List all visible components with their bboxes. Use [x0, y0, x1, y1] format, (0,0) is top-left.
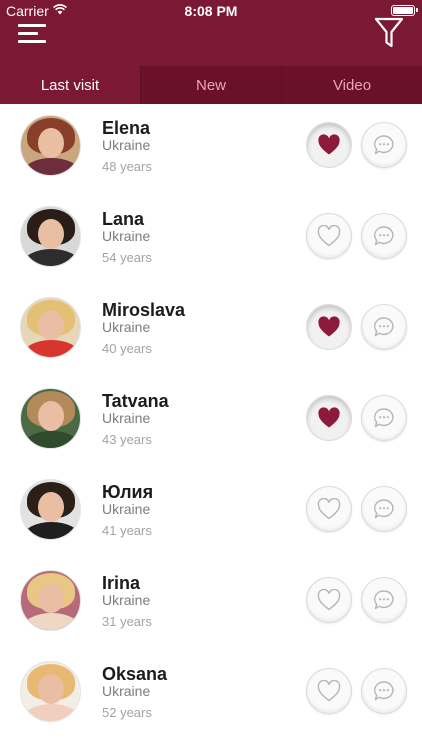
status-time: 8:08 PM: [184, 3, 238, 19]
like-button[interactable]: [306, 577, 352, 623]
profile-age: 48 years: [102, 159, 152, 174]
profile-age: 43 years: [102, 432, 152, 447]
profile-age: 41 years: [102, 523, 152, 538]
profile-name: Miroslava: [102, 300, 186, 320]
like-button[interactable]: [306, 668, 352, 714]
chat-bubble-icon: [374, 408, 394, 428]
heart-outline-icon: [317, 498, 341, 520]
heart-filled-icon: [318, 407, 340, 428]
heart-outline-icon: [317, 680, 341, 702]
profile-row[interactable]: Elena Ukraine 48 years: [0, 104, 422, 195]
avatar[interactable]: [20, 297, 81, 358]
profile-row[interactable]: Lana Ukraine 54 years: [0, 195, 422, 286]
chat-button[interactable]: [361, 122, 407, 168]
profile-name: Elena: [102, 118, 151, 138]
avatar[interactable]: [20, 115, 81, 176]
chat-button[interactable]: [361, 577, 407, 623]
chat-bubble-icon: [374, 590, 394, 610]
profile-list: Elena Ukraine 48 years Lana Ukraine 54 y…: [0, 104, 422, 750]
like-button[interactable]: [306, 304, 352, 350]
chat-bubble-icon: [374, 135, 394, 155]
heart-outline-icon: [317, 589, 341, 611]
chat-button[interactable]: [361, 304, 407, 350]
heart-filled-icon: [318, 134, 340, 155]
profile-row[interactable]: Oksana Ukraine 52 years: [0, 650, 422, 741]
chat-bubble-icon: [374, 499, 394, 519]
chat-button[interactable]: [361, 395, 407, 441]
profile-country: Ukraine: [102, 683, 151, 699]
profile-name: Lana: [102, 209, 145, 229]
profile-name: Юлия: [102, 482, 154, 502]
like-button[interactable]: [306, 486, 352, 532]
heart-filled-icon: [318, 316, 340, 337]
avatar[interactable]: [20, 661, 81, 722]
battery-icon: [391, 5, 418, 16]
chat-button[interactable]: [361, 668, 407, 714]
profile-country: Ukraine: [102, 592, 151, 608]
profile-age: 54 years: [102, 250, 152, 265]
profile-country: Ukraine: [102, 228, 151, 244]
profile-row[interactable]: Irina Ukraine 31 years: [0, 559, 422, 650]
chat-bubble-icon: [374, 317, 394, 337]
chat-button[interactable]: [361, 213, 407, 259]
profile-row[interactable]: Miroslava Ukraine 40 years: [0, 286, 422, 377]
tab-last-visit[interactable]: Last visit: [0, 66, 140, 104]
profile-country: Ukraine: [102, 501, 151, 517]
like-button[interactable]: [306, 122, 352, 168]
profile-age: 40 years: [102, 341, 152, 356]
hamburger-menu-icon[interactable]: [18, 24, 48, 44]
profile-country: Ukraine: [102, 137, 151, 153]
like-button[interactable]: [306, 213, 352, 259]
avatar[interactable]: [20, 570, 81, 631]
tab-new[interactable]: New: [140, 66, 281, 104]
profile-age: 31 years: [102, 614, 152, 629]
app-header: Carrier 8:08 PM: [0, 0, 422, 66]
funnel-filter-icon[interactable]: [374, 17, 404, 49]
profile-country: Ukraine: [102, 319, 151, 335]
profile-country: Ukraine: [102, 410, 151, 426]
profile-row[interactable]: Юлия Ukraine 41 years: [0, 468, 422, 559]
profile-row[interactable]: Tatvana Ukraine 43 years: [0, 377, 422, 468]
profile-name: Tatvana: [102, 391, 169, 411]
profile-name: Irina: [102, 573, 141, 593]
like-button[interactable]: [306, 395, 352, 441]
profile-name: Oksana: [102, 664, 168, 684]
status-bar: Carrier 8:08 PM: [0, 0, 422, 22]
avatar[interactable]: [20, 206, 81, 267]
chat-bubble-icon: [374, 226, 394, 246]
tab-bar: Last visit New Video: [0, 66, 422, 104]
chat-button[interactable]: [361, 486, 407, 532]
profile-age: 52 years: [102, 705, 152, 720]
chat-bubble-icon: [374, 681, 394, 701]
tab-video[interactable]: Video: [281, 66, 422, 104]
avatar[interactable]: [20, 479, 81, 540]
heart-outline-icon: [317, 225, 341, 247]
avatar[interactable]: [20, 388, 81, 449]
